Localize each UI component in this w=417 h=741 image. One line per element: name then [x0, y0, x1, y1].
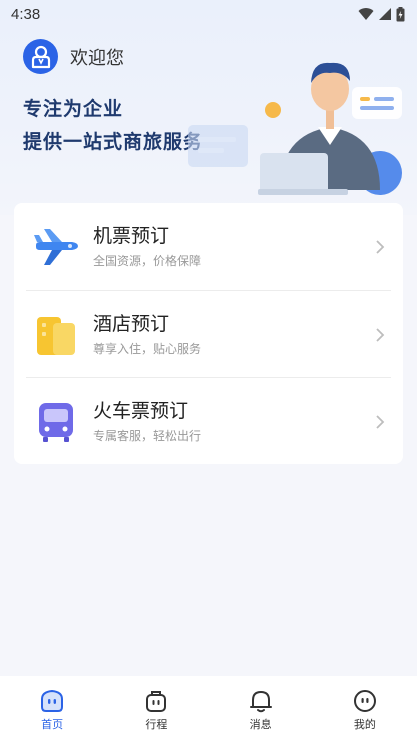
flight-booking-item[interactable]: 机票预订 全国资源，价格保障	[14, 203, 403, 290]
battery-icon	[396, 6, 405, 21]
logo-icon	[23, 39, 58, 74]
train-icon	[39, 403, 73, 442]
train-booking-subtitle: 专属客服，轻松出行	[93, 429, 202, 443]
bottom-tab-bar: 首页 行程 消息 我的	[0, 676, 417, 741]
service-card: 机票预订 全国资源，价格保障 酒店预订 尊享入住，贴心服务 火车票预订 专属客服…	[14, 203, 403, 464]
businessman-illustration	[188, 62, 402, 195]
chevron-right-icon	[376, 327, 385, 342]
chevron-right-icon	[376, 239, 385, 254]
hotel-booking-title: 酒店预订	[93, 313, 170, 335]
hero-banner: 4:38 欢迎您 专注为企业 提供一站式商旅服务	[0, 0, 417, 215]
hotel-booking-item[interactable]: 酒店预订 尊享入住，贴心服务	[14, 291, 403, 378]
tab-messages-label: 消息	[249, 718, 272, 731]
tab-messages[interactable]: 消息	[209, 676, 313, 741]
flight-booking-text: 机票预订 全国资源，价格保障	[93, 224, 201, 269]
flight-booking-title: 机票预订	[93, 225, 170, 247]
profile-icon	[353, 690, 376, 712]
tab-profile[interactable]: 我的	[313, 676, 417, 741]
airplane-icon	[34, 229, 78, 265]
train-booking-item[interactable]: 火车票预订 专属客服，轻松出行	[14, 378, 403, 465]
greeting-text: 欢迎您	[70, 47, 124, 69]
flight-booking-subtitle: 全国资源，价格保障	[93, 254, 202, 268]
tab-home-label: 首页	[41, 718, 64, 731]
status-bar: 4:38	[0, 0, 417, 28]
bell-icon	[249, 691, 272, 713]
hotel-booking-text: 酒店预订 尊享入住，贴心服务	[93, 312, 201, 357]
train-booking-title: 火车票预订	[93, 400, 189, 422]
home-icon	[41, 689, 64, 712]
brand: 欢迎您	[23, 39, 124, 74]
status-time: 4:38	[11, 5, 41, 23]
tab-trips[interactable]: 行程	[104, 676, 208, 741]
signal-icon	[379, 8, 391, 20]
tab-profile-label: 我的	[353, 718, 376, 731]
status-icons	[358, 6, 405, 22]
hotel-booking-subtitle: 尊享入住，贴心服务	[93, 342, 202, 356]
slogan-line-2: 提供一站式商旅服务	[23, 131, 204, 153]
wifi-icon	[358, 8, 374, 20]
chevron-right-icon	[376, 414, 385, 429]
slogan-line-1: 专注为企业	[23, 98, 124, 120]
suitcase-icon	[146, 691, 167, 712]
tab-home[interactable]: 首页	[0, 676, 104, 741]
tab-trips-label: 行程	[145, 718, 168, 731]
hotel-icon	[37, 317, 75, 355]
train-booking-text: 火车票预订 专属客服，轻松出行	[93, 399, 201, 444]
